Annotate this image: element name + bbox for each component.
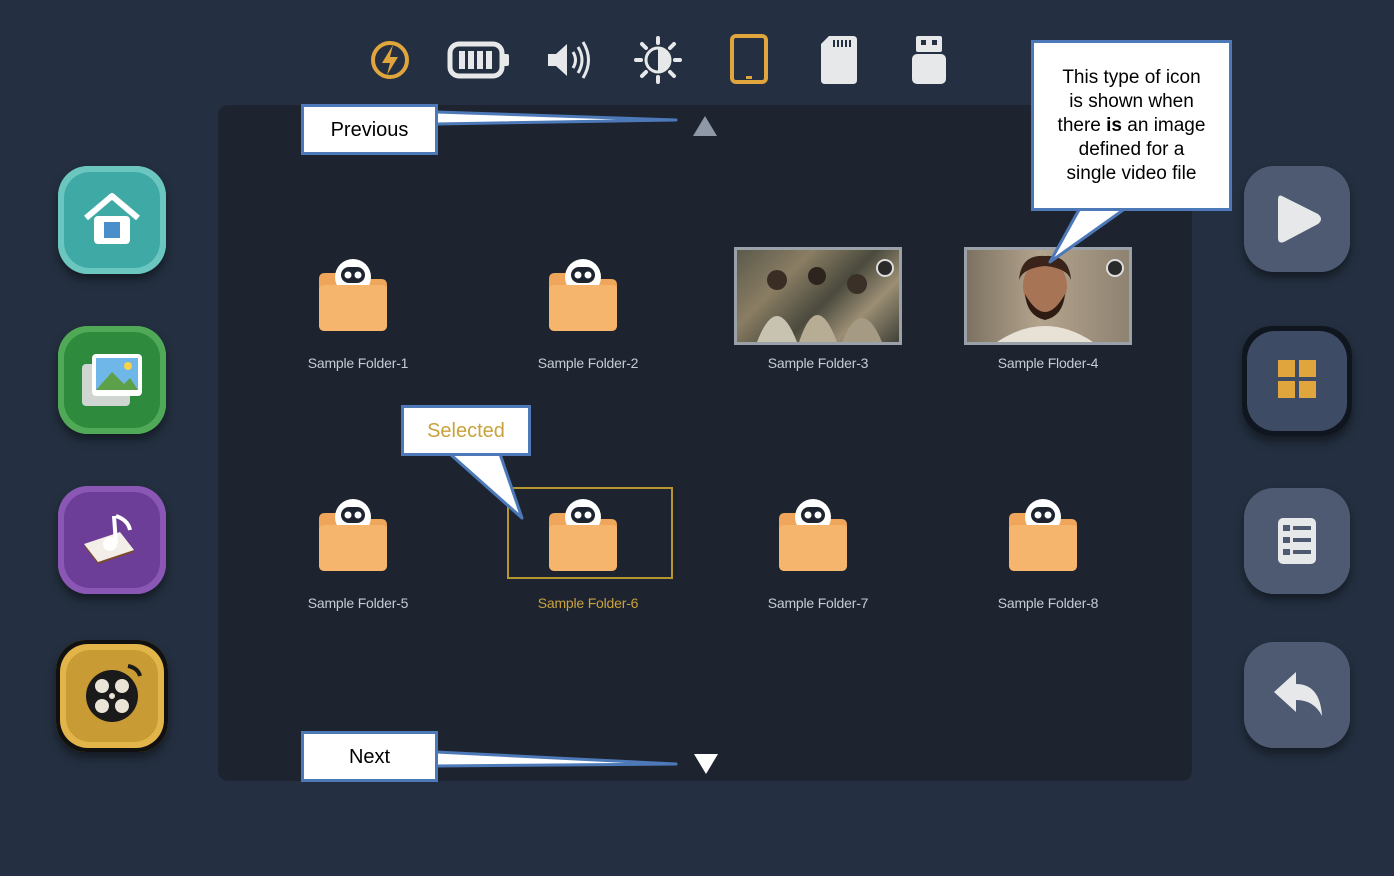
- callout-selected: Selected: [401, 405, 531, 456]
- callout-image-note: This type of icon is shown when there is…: [1031, 40, 1232, 211]
- image-note-line-2: is shown when: [1069, 90, 1194, 112]
- image-note-line-3: there is an image: [1058, 114, 1206, 138]
- callout-selected-text: Selected: [427, 419, 505, 442]
- image-note-line-5: single video file: [1066, 162, 1197, 184]
- callout-next: Next: [301, 731, 438, 782]
- callout-previous-text: Previous: [330, 118, 409, 141]
- image-note-line-4: defined for a: [1078, 138, 1185, 160]
- image-note-line-3-b: an image: [1122, 114, 1206, 136]
- image-note-line-3-a: there: [1057, 114, 1107, 136]
- callout-next-text: Next: [348, 745, 391, 768]
- media-player-screen: Sample Folder-1 Sample Folder-2 Sample F…: [0, 0, 1394, 876]
- callout-previous: Previous: [301, 104, 438, 155]
- image-note-line-1: This type of icon: [1062, 66, 1201, 88]
- image-note-line-3-bold: is: [1106, 114, 1122, 136]
